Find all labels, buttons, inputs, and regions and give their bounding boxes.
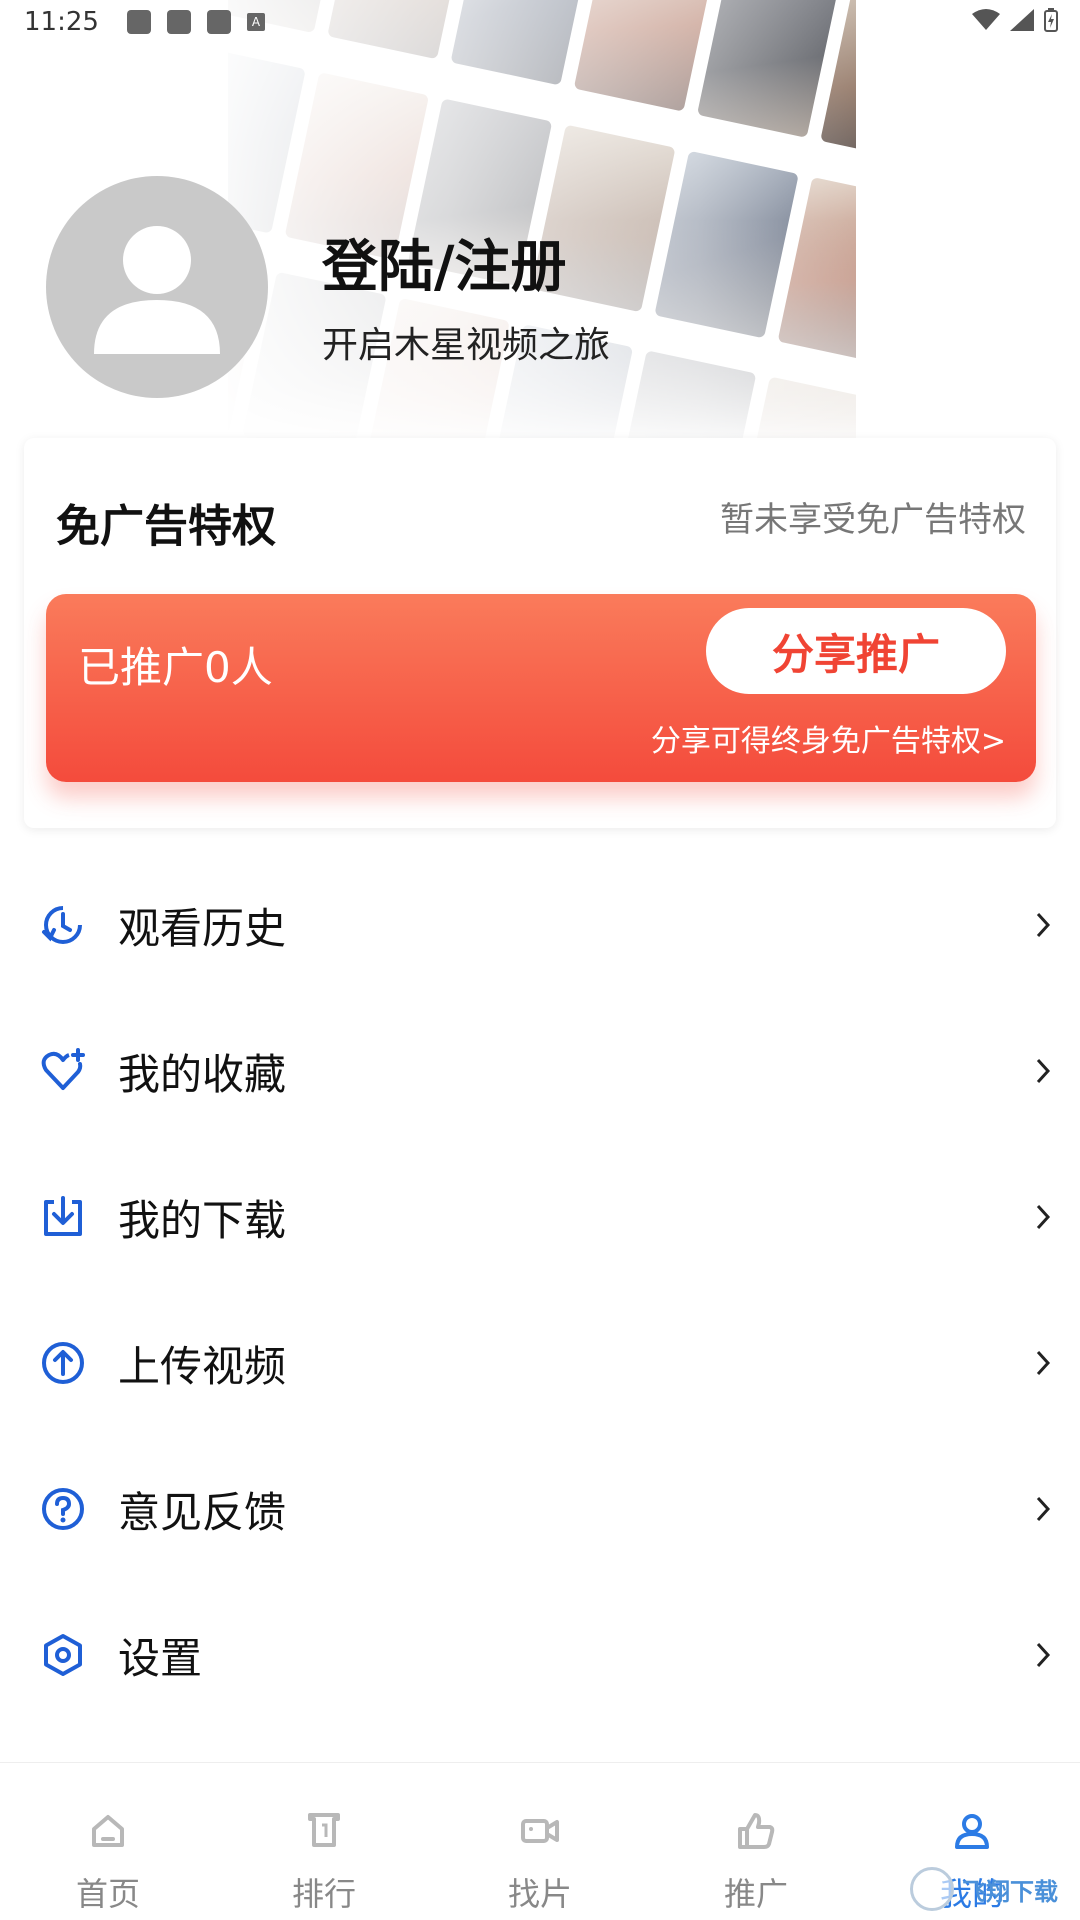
favorite-heart-icon [41,1048,85,1090]
menu-item-label: 意见反馈 [118,1487,287,1537]
chevron-right-icon [1036,912,1051,938]
notification-icon [166,10,191,34]
status-bar: 11:25 A [0,0,1080,44]
menu-item-label: 设置 [118,1633,203,1683]
watermark: 飞翔下载 [910,1864,1070,1914]
nav-label: 排行 [291,1875,356,1913]
menu-item-favorites[interactable]: 我的收藏 [0,998,1080,1144]
download-icon [44,1196,82,1236]
chevron-right-icon [1036,1058,1051,1084]
wifi-icon [972,9,1000,30]
user-placeholder-icon [94,226,220,354]
menu-item-settings[interactable]: 设置 [0,1582,1080,1728]
nav-promote[interactable]: 推广 [648,1763,864,1920]
share-promote-button[interactable]: 分享推广 [706,608,1006,694]
user-icon [955,1814,989,1849]
menu-item-downloads[interactable]: 我的下载 [0,1144,1080,1290]
battery-icon [1044,8,1058,32]
menu-item-label: 我的下载 [118,1195,287,1245]
notification-badge-icon: A [246,13,265,31]
ad-free-card: 免广告特权 暂未享受免广告特权 已推广0人 分享推广 分享可得终身免广告特权> [24,438,1056,828]
settings-icon [44,1634,82,1676]
menu-item-history[interactable]: 观看历史 [0,852,1080,998]
status-time: 11:25 [24,7,99,37]
chevron-right-icon [1036,1496,1051,1522]
ad-free-title: 免广告特权 [56,501,276,552]
login-register-link[interactable]: 登陆/注册 [322,222,566,303]
menu-list: 观看历史 我的收藏 我的下载 上传视频 意见反馈 设置 [0,852,1080,1728]
nav-label: 找片 [507,1875,572,1913]
nav-ranking[interactable]: 排行 [216,1763,432,1920]
upload-icon [42,1342,84,1384]
thumbs-up-icon [738,1813,775,1849]
watermark-logo-icon [910,1867,954,1911]
notification-icon [126,10,151,34]
avatar[interactable] [46,176,268,398]
header-poster-background [228,0,856,440]
chevron-right-icon [1036,1350,1051,1376]
notification-icon [206,10,231,34]
chevron-right-icon [1036,1642,1051,1668]
menu-item-feedback[interactable]: 意见反馈 [0,1436,1080,1582]
video-camera-icon [521,1819,559,1843]
menu-item-upload[interactable]: 上传视频 [0,1290,1080,1436]
nav-label: 推广 [723,1875,788,1913]
status-indicators [972,8,1058,32]
history-icon [42,906,82,944]
promotion-count: 已推广0人 [78,643,273,692]
feedback-question-icon [42,1488,84,1530]
menu-item-label: 我的收藏 [118,1049,287,1099]
home-icon [92,1815,124,1847]
chevron-right-icon [1036,1204,1051,1230]
menu-item-label: 上传视频 [118,1341,287,1391]
nav-label: 首页 [75,1875,140,1913]
promotion-box: 已推广0人 分享推广 分享可得终身免广告特权> [46,594,1036,782]
watermark-text: 飞翔下载 [962,1877,1058,1906]
profile-subtitle: 开启木星视频之旅 [322,325,611,366]
signal-icon [1010,9,1034,31]
nav-find-video[interactable]: 找片 [432,1763,648,1920]
menu-item-label: 观看历史 [118,903,287,953]
share-hint-link[interactable]: 分享可得终身免广告特权> [651,716,1006,760]
ranking-icon [308,1813,340,1847]
ad-free-status: 暂未享受免广告特权 [720,500,1026,540]
nav-home[interactable]: 首页 [0,1763,216,1920]
bottom-navigation: 首页 排行 找片 推广 我的 飞翔下载 [0,1762,1080,1920]
